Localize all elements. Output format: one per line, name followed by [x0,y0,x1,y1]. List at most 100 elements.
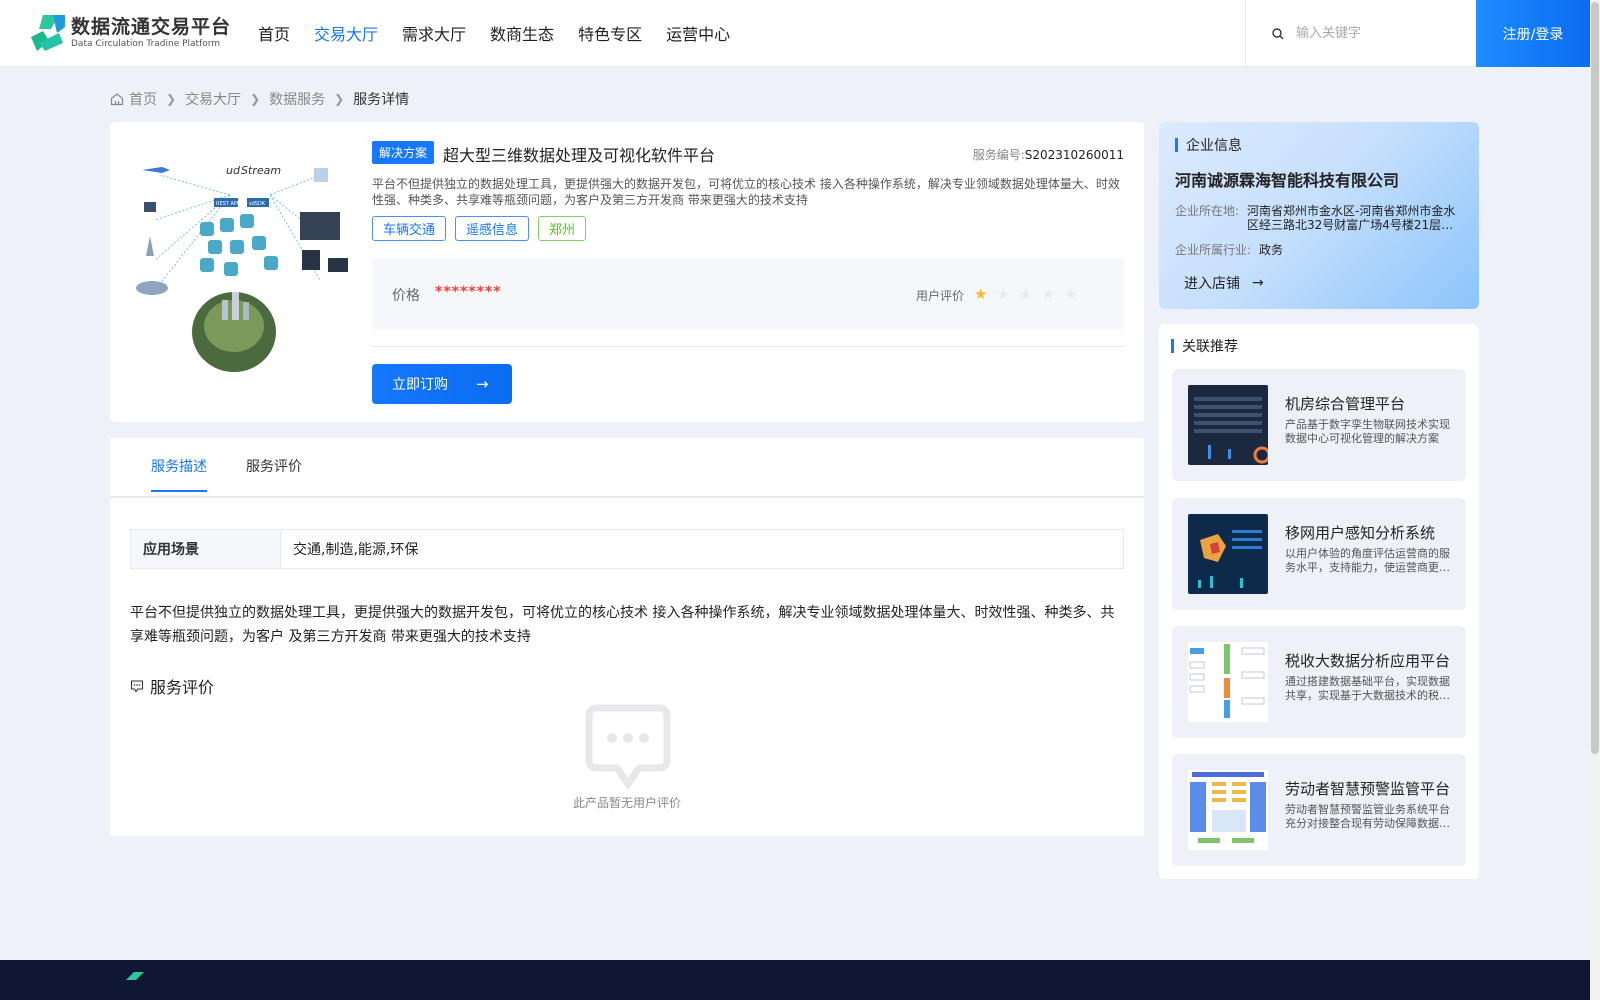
home-icon [110,93,124,106]
breadcrumb-current: 服务详情 [353,92,410,108]
nav-ecosystem[interactable]: 数商生态 [478,0,566,67]
chevron-right-icon: ❯ [166,92,177,106]
star-icon: ★ [974,285,988,303]
chevron-right-icon: ❯ [334,92,345,106]
company-location-label: 企业所在地: [1175,204,1240,218]
scene-table: 应用场景 交通,制造,能源,环保 [130,529,1124,569]
breadcrumb-data-service[interactable]: 数据服务 [269,89,325,109]
related-section-title: 关联推荐 [1171,336,1238,356]
related-item[interactable]: 移网用户感知分析系统 以用户体验的角度评估运营商的服务水平，支持能力，使运营商更… [1172,498,1466,610]
company-info-card: 企业信息 河南诚源霖海智能科技有限公司 企业所在地: 河南省郑州市金水区-河南省… [1159,122,1479,309]
top-header: 数据流通交易平台 Data Circulation Tradine Platfo… [0,0,1590,67]
order-now-label: 立即订购 [392,377,448,393]
tag-zhengzhou[interactable]: 郑州 [538,216,587,241]
related-item[interactable]: 劳动者智慧预警监管平台 劳动者智慧预警监管业务系统平台充分对接整合现有劳动保障数… [1172,754,1466,866]
detail-tabs: 服务描述 服务评价 [110,438,1144,498]
chevron-right-icon: ❯ [250,92,261,106]
service-detail-panel: 服务描述 服务评价 应用场景 交通,制造,能源,环保 平台不但提供独立的数据处理… [110,438,1144,836]
related-thumbnail [1188,642,1268,722]
breadcrumb-home-label: 首页 [129,92,157,108]
company-name[interactable]: 河南诚源霖海智能科技有限公司 [1175,167,1399,191]
company-industry-label: 企业所属行业: [1175,243,1252,257]
related-item-title: 移网用户感知分析系统 [1285,524,1436,542]
related-item-title: 税收大数据分析应用平台 [1285,652,1451,670]
svg-text:ud: ud [226,164,241,177]
scrollbar-thumb[interactable] [1591,2,1599,754]
related-item[interactable]: 税收大数据分析应用平台 通过搭建数据基础平台，实现数据共享，实现基于大数据技术的… [1172,626,1466,738]
company-section-title: 企业信息 [1175,135,1242,155]
image-rest-label: REST API [216,201,238,207]
related-item-desc: 产品基于数字孪生物联网技术实现数据中心可视化管理的解决方案 [1285,418,1450,445]
price-panel: 价格 ******** 用户评价 ★ ★ ★ ★ ★ [372,258,1124,330]
star-icon: ★ [1041,285,1055,303]
user-rating-label: 用户评价 [916,289,965,303]
search-input[interactable] [1296,26,1466,41]
product-image: ud Stream REST API sdSDK [130,140,360,380]
image-stream-label: Stream [241,164,281,177]
main-nav: 首页 交易大厅 需求大厅 数商生态 特色专区 运营中心 [246,0,742,67]
breadcrumb: 首页 ❯ 交易大厅 ❯ 数据服务 ❯ 服务详情 [110,89,409,109]
price-value: ******** [435,284,502,300]
empty-review-text: 此产品暂无用户评价 [572,796,681,810]
star-icon: ★ [996,285,1010,303]
related-thumbnail [1188,385,1268,465]
enter-shop-label: 进入店铺 [1184,276,1240,292]
comment-icon [130,680,144,693]
tag-vehicle-traffic[interactable]: 车辆交通 [372,216,447,241]
service-number-label: 服务编号: [972,148,1025,162]
nav-operation-center[interactable]: 运营中心 [654,0,742,67]
arrow-right-icon: → [1252,275,1264,291]
related-thumbnail [1188,770,1268,850]
service-full-description: 平台不但提供独立的数据处理工具，更提供强大的数据开发包，可将优立的核心技术 接入… [130,605,1115,645]
review-section-title: 服务评价 [130,674,214,698]
tab-service-description[interactable]: 服务描述 [151,456,207,492]
arrow-right-icon: → [476,375,489,393]
company-location-value: 河南省郑州市金水区-河南省郑州市金水区经三路北32号财富广场4号楼21层2116 [1247,204,1456,232]
product-card: ud Stream REST API sdSDK 解决方案 超大型三维数据处理及… [110,122,1144,422]
order-now-button[interactable]: 立即订购 → [372,364,512,404]
rating-stars: ★ ★ ★ ★ ★ [974,285,1077,303]
related-item-title: 劳动者智慧预警监管平台 [1285,780,1451,798]
service-number: 服务编号:S202310260011 [973,146,1124,163]
logo-title: 数据流通交易平台 [71,16,232,38]
search-box [1245,0,1475,67]
product-title: 超大型三维数据处理及可视化软件平台 [443,146,716,165]
breadcrumb-home[interactable]: 首页 [110,89,157,109]
footer-logo-icon [126,972,144,980]
nav-home[interactable]: 首页 [246,0,302,67]
review-section-label: 服务评价 [150,678,215,697]
star-icon: ★ [1018,285,1033,303]
empty-comment-icon [585,704,671,790]
logo-mark-icon [31,15,65,51]
related-item[interactable]: 机房综合管理平台 产品基于数字孪生物联网技术实现数据中心可视化管理的解决方案 [1172,369,1466,481]
company-industry-row: 企业所属行业: 政务 [1175,243,1477,257]
nav-demand-hall[interactable]: 需求大厅 [390,0,478,67]
page-scrollbar[interactable] [1590,0,1600,1000]
solution-type-badge: 解决方案 [372,141,435,164]
scene-value: 交通,制造,能源,环保 [293,542,419,558]
site-logo[interactable]: 数据流通交易平台 Data Circulation Tradine Platfo… [29,13,231,53]
tag-remote-sensing[interactable]: 遥感信息 [455,216,530,241]
page-footer [0,960,1590,1000]
scene-label: 应用场景 [131,530,281,568]
tab-service-reviews[interactable]: 服务评价 [246,456,302,490]
product-tags: 车辆交通 遥感信息 郑州 [372,216,587,241]
related-item-desc: 劳动者智慧预警监管业务系统平台充分对接整合现有劳动保障数据资源 [1285,803,1450,830]
related-item-desc: 通过搭建数据基础平台，实现数据共享，实现基于大数据技术的税收分析应用 [1285,675,1450,702]
enter-shop-link[interactable]: 进入店铺 → [1184,273,1264,293]
related-item-title: 机房综合管理平台 [1285,395,1406,413]
divider [372,346,1124,347]
product-short-description: 平台不但提供独立的数据处理工具，更提供强大的数据开发包，可将优立的核心技术 接入… [372,177,1120,207]
price-label: 价格 [392,288,420,304]
nav-special-zone[interactable]: 特色专区 [566,0,654,67]
related-recommendations: 关联推荐 机房综合管理平台 产品基于数字孪生物联网技术实现数据中心可视化管理的解… [1159,324,1479,879]
breadcrumb-trading-hall[interactable]: 交易大厅 [185,89,241,109]
related-item-desc: 以用户体验的角度评估运营商的服务水平，支持能力，使运营商更好地服务用户 [1285,547,1450,574]
company-location-row: 企业所在地: 河南省郑州市金水区-河南省郑州市金水区经三路北32号财富广场4号楼… [1175,204,1465,232]
login-register-button[interactable]: 注册/登录 [1476,0,1590,67]
nav-trading-hall[interactable]: 交易大厅 [302,0,390,67]
image-sdk-label: sdSDK [249,201,266,207]
related-thumbnail [1188,514,1268,594]
search-icon[interactable] [1272,27,1284,40]
logo-subtitle: Data Circulation Tradine Platform [71,39,221,49]
